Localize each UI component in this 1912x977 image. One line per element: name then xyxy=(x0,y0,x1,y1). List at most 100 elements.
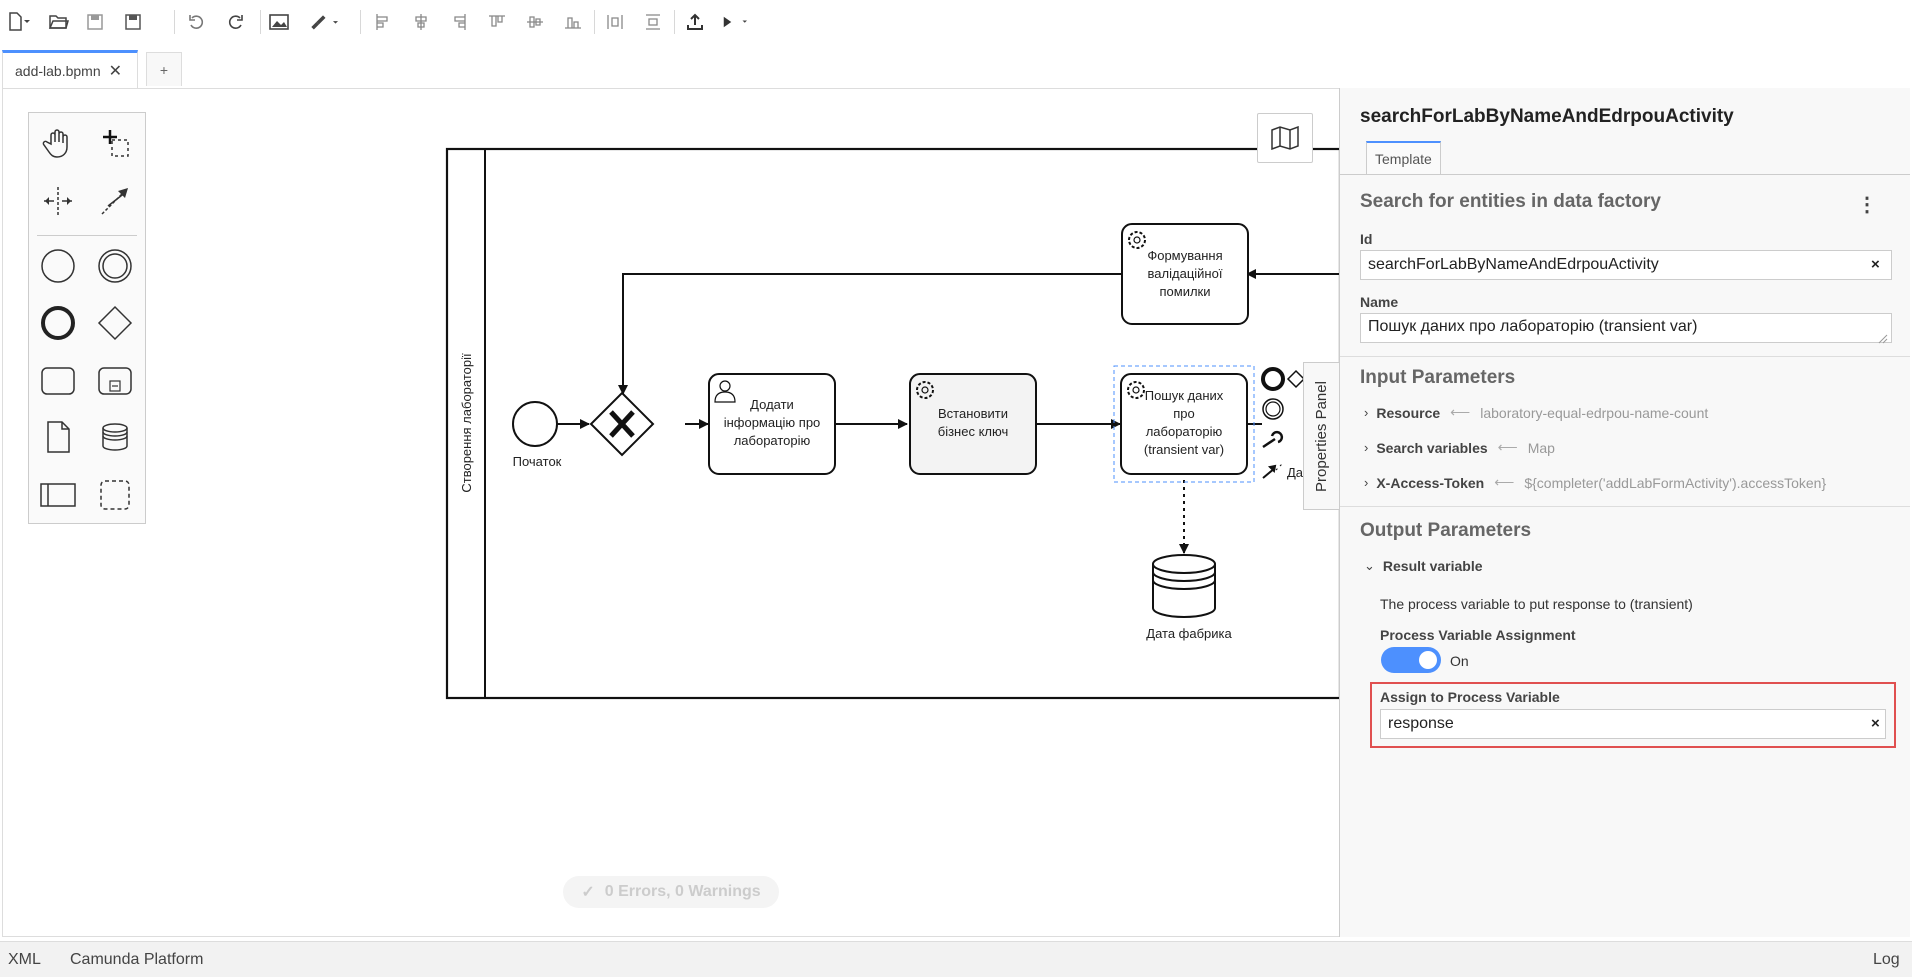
gateway-tool-icon[interactable] xyxy=(95,303,135,343)
open-folder-icon[interactable] xyxy=(44,8,74,36)
space-tool-icon[interactable] xyxy=(38,181,78,221)
start-event-tool-icon[interactable] xyxy=(38,246,78,286)
close-icon[interactable]: ✕ xyxy=(109,61,122,81)
task-search-line4: (transient var) xyxy=(1144,442,1224,457)
properties-panel-toggle[interactable]: Properties Panel xyxy=(1303,362,1339,510)
context-pad[interactable] xyxy=(1261,367,1306,479)
deploy-icon[interactable] xyxy=(680,8,710,36)
arrow-left-icon: ⟵ xyxy=(1450,404,1471,420)
data-store-tool-icon[interactable] xyxy=(95,417,135,457)
tab-template[interactable]: Template xyxy=(1366,141,1441,174)
subprocess-tool-icon[interactable] xyxy=(95,361,135,401)
minimap-button[interactable] xyxy=(1257,113,1313,163)
export-image-icon[interactable] xyxy=(264,8,294,36)
param-name: X-Access-Token xyxy=(1376,474,1485,491)
tab-bar: add-lab.bpmn ✕ + xyxy=(0,50,1912,88)
arrow-left-icon: ⟵ xyxy=(1494,474,1515,490)
name-textarea[interactable]: Пошук даних про лабораторію (transient v… xyxy=(1360,313,1892,343)
new-file-icon[interactable] xyxy=(4,8,34,36)
assignment-label: Process Variable Assignment xyxy=(1380,627,1576,643)
truncated-label: Да xyxy=(1287,465,1304,480)
redo-icon[interactable] xyxy=(220,8,250,36)
task-add-info-line1: Додати xyxy=(750,397,794,412)
task-tool-icon[interactable] xyxy=(38,361,78,401)
distribute-vertical-icon[interactable] xyxy=(638,8,668,36)
input-parameters-title: Input Parameters xyxy=(1360,367,1516,388)
clear-id-icon[interactable]: × xyxy=(1871,256,1880,273)
lasso-tool-icon[interactable] xyxy=(95,123,135,163)
data-store-label: Дата фабрика xyxy=(1146,626,1232,641)
task-validation-line2: валідаційної xyxy=(1148,266,1223,281)
result-variable-label: Result variable xyxy=(1382,558,1483,574)
data-store[interactable] xyxy=(1152,554,1216,618)
save-icon[interactable] xyxy=(80,8,110,36)
validation-status[interactable]: ✓ 0 Errors, 0 Warnings xyxy=(563,876,779,908)
task-business-key-line2: бізнес ключ xyxy=(938,424,1008,439)
input-param-search-variables[interactable]: › Search variables ⟵ Map xyxy=(1364,439,1555,456)
align-middle-icon[interactable] xyxy=(520,8,550,36)
save-as-icon[interactable] xyxy=(118,8,148,36)
undo-icon[interactable] xyxy=(182,8,212,36)
intermediate-event-tool-icon[interactable] xyxy=(95,246,135,286)
assignment-toggle[interactable] xyxy=(1381,647,1441,673)
align-left-icon[interactable] xyxy=(368,8,398,36)
assign-variable-input[interactable] xyxy=(1380,709,1886,739)
properties-panel-toggle-label: Properties Panel xyxy=(1313,380,1330,492)
id-input[interactable] xyxy=(1360,250,1892,280)
assign-label: Assign to Process Variable xyxy=(1380,689,1560,705)
group-menu-icon[interactable]: ⋮ xyxy=(1857,192,1877,217)
task-search-line1: Пошук даних xyxy=(1145,388,1224,403)
chevron-right-icon: › xyxy=(1364,405,1369,420)
map-icon xyxy=(1271,126,1299,150)
resize-handle-icon xyxy=(1878,331,1888,349)
data-object-tool-icon[interactable] xyxy=(38,417,78,457)
color-brush-icon[interactable] xyxy=(308,8,338,36)
tab-label: add-lab.bpmn xyxy=(15,62,101,79)
align-bottom-icon[interactable] xyxy=(558,8,588,36)
name-label: Name xyxy=(1360,294,1399,310)
distribute-horizontal-icon[interactable] xyxy=(600,8,630,36)
add-tab-button[interactable]: + xyxy=(146,52,182,86)
tool-palette xyxy=(28,112,146,524)
task-validation-line1: Формування xyxy=(1147,248,1222,263)
result-variable-toggle[interactable]: ⌄ Result variable xyxy=(1364,558,1493,574)
tab-add-lab-bpmn[interactable]: add-lab.bpmn ✕ xyxy=(2,50,138,88)
group-title: Search for entities in data factory xyxy=(1360,191,1661,212)
param-name: Search variables xyxy=(1376,439,1488,456)
pool-label: Створення лабораторії xyxy=(459,353,474,493)
hand-tool-icon[interactable] xyxy=(38,123,78,163)
global-connect-tool-icon[interactable] xyxy=(95,181,135,221)
task-search-line3: лабораторію xyxy=(1146,424,1223,439)
status-bar: XML Camunda Platform Log xyxy=(0,941,1912,977)
task-add-info-line2: інформацію про xyxy=(724,415,821,430)
align-right-icon[interactable] xyxy=(444,8,474,36)
task-validation-line3: помилки xyxy=(1159,284,1210,299)
param-value: ${completer('addLabFormActivity').access… xyxy=(1524,474,1827,491)
log-button[interactable]: Log xyxy=(1873,951,1900,969)
start-event[interactable] xyxy=(512,401,558,447)
platform-button[interactable]: Camunda Platform xyxy=(70,951,203,969)
xml-button[interactable]: XML xyxy=(8,951,41,969)
task-search-line2: про xyxy=(1173,406,1195,421)
clear-assign-icon[interactable]: × xyxy=(1871,715,1880,732)
end-event-tool-icon[interactable] xyxy=(38,303,78,343)
chevron-down-icon: ⌄ xyxy=(1364,558,1375,573)
element-title: searchForLabByNameAndEdrpouActivity xyxy=(1360,106,1734,127)
arrow-left-icon: ⟵ xyxy=(1497,439,1518,455)
group-tool-icon[interactable] xyxy=(95,475,135,515)
id-label: Id xyxy=(1360,231,1373,247)
toolbar xyxy=(0,0,1912,44)
input-param-resource[interactable]: › Resource ⟵ laboratory-equal-edrpou-nam… xyxy=(1364,404,1708,421)
chevron-right-icon: › xyxy=(1364,440,1369,455)
align-top-icon[interactable] xyxy=(482,8,512,36)
start-event-label: Початок xyxy=(513,454,562,469)
task-business-key-line1: Встановити xyxy=(938,406,1008,421)
align-center-icon[interactable] xyxy=(406,8,436,36)
start-instance-icon[interactable] xyxy=(720,8,750,36)
input-param-x-access-token[interactable]: › X-Access-Token ⟵ ${completer('addLabFo… xyxy=(1364,474,1826,491)
param-name: Resource xyxy=(1376,404,1441,421)
param-value: Map xyxy=(1527,439,1555,456)
pool-tool-icon[interactable] xyxy=(38,475,78,515)
result-description: The process variable to put response to … xyxy=(1380,596,1693,612)
bpmn-canvas[interactable]: Створення лабораторії Початок Додати інф… xyxy=(0,88,1340,937)
